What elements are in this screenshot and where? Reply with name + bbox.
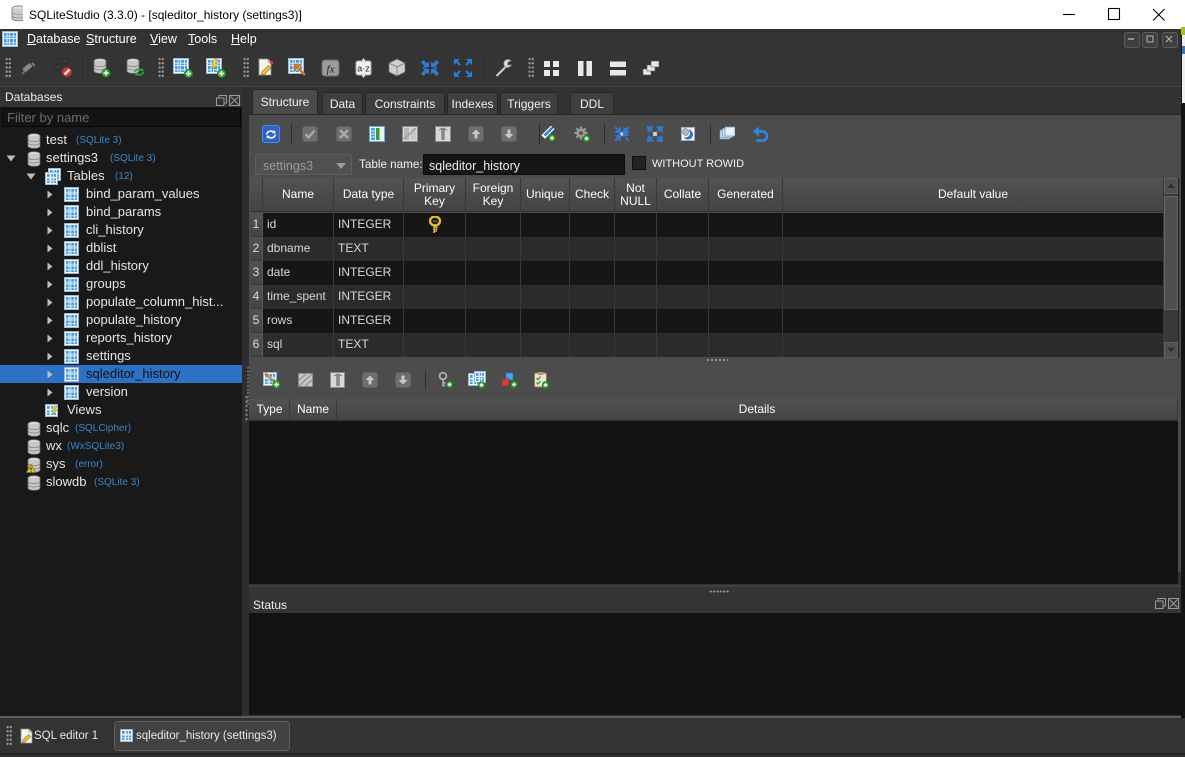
svg-text:a·z: a·z [357, 64, 370, 74]
svg-text:fx: fx [327, 64, 335, 76]
